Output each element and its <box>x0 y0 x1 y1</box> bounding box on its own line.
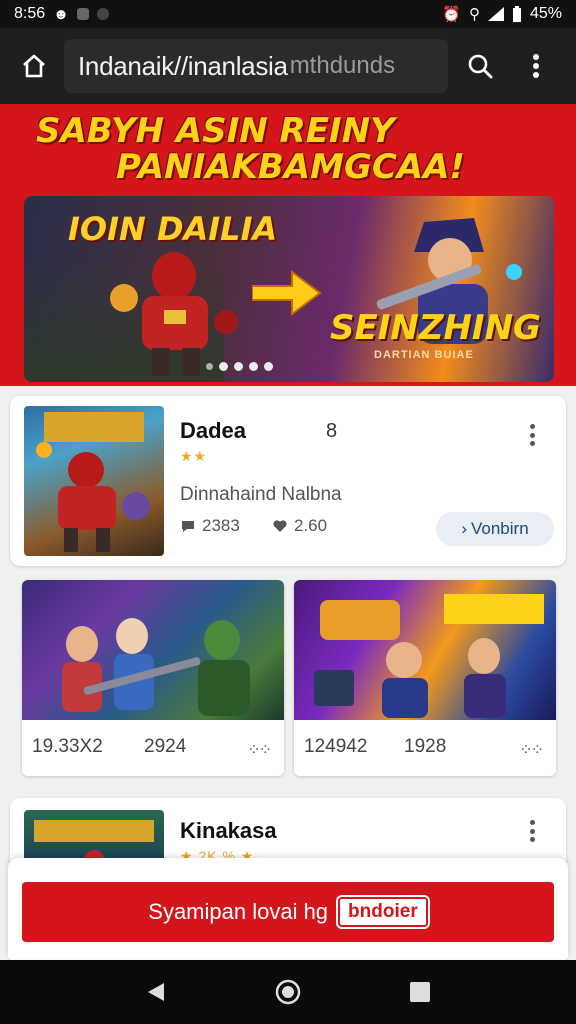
home-nav-icon[interactable] <box>268 972 308 1012</box>
browser-toolbar: Indanaik//inanlasia mthdunds <box>0 28 576 104</box>
promo-headline-line2: PANIAKBAMGCAA! <box>116 146 465 187</box>
tile-stat-secondary: 1928 <box>404 736 447 757</box>
notification-icon <box>96 8 109 20</box>
notification-icon <box>76 8 89 20</box>
hero-banner[interactable]: IOIN DAILIA SEINZHING DARTIAN BUIAE <box>24 196 554 382</box>
hero-character-left <box>110 252 238 376</box>
tile-stat-secondary: 2924 <box>144 736 187 757</box>
carousel-dot[interactable] <box>219 362 228 371</box>
banner-title-right: SEINZHING <box>330 308 541 348</box>
notification-icon: ☻ <box>53 5 69 23</box>
recents-icon[interactable] <box>400 972 440 1012</box>
status-time: 8:56 <box>14 5 46 22</box>
signup-button[interactable]: Syamipan lovai hg bndoier <box>22 882 554 942</box>
carousel-dot[interactable] <box>264 362 273 371</box>
game-thumbnail[interactable] <box>24 406 164 556</box>
system-nav-bar <box>0 960 576 1024</box>
like-count: 2.60 <box>294 516 328 535</box>
status-bar: 8:56 ☻ ⏰ ⚲ 45% <box>0 0 576 28</box>
carousel-indicator[interactable] <box>206 362 273 371</box>
signup-button-label: Syamipan lovai hg <box>148 899 329 924</box>
view-button-label: Vonbirn <box>471 519 529 538</box>
like-icon <box>273 520 287 532</box>
arrow-right-icon <box>252 270 322 316</box>
chevron-right-icon: › <box>461 519 467 538</box>
signup-badge: bndoier <box>336 895 430 929</box>
banner-subtitle-right: DARTIAN BUIAE <box>374 349 474 361</box>
alarm-icon: ⏰ <box>442 6 461 23</box>
like-stat: 2.60 <box>272 516 327 536</box>
game-title[interactable]: Kinakasa <box>180 818 277 844</box>
home-icon[interactable] <box>14 46 54 86</box>
page-content: SABYH ASIN REINY PANIAKBAMGCAA! IOIN DAI… <box>0 104 576 960</box>
carousel-dot[interactable] <box>206 363 213 370</box>
grid-menu-icon[interactable]: ⁘⁘ <box>247 740 272 760</box>
game-title[interactable]: Dadea <box>180 418 246 444</box>
rating-stars: ★★ <box>180 448 208 464</box>
overflow-menu-icon[interactable] <box>512 42 560 90</box>
tile-stat-primary: 124942 <box>304 736 368 757</box>
battery-percent: 45% <box>529 5 562 22</box>
more-options-icon[interactable] <box>522 422 542 448</box>
carousel-dot[interactable] <box>249 362 258 371</box>
game-rank: 8 <box>326 420 338 442</box>
more-options-icon[interactable] <box>522 818 542 844</box>
cta-panel: Syamipan lovai hg bndoier <box>8 858 568 958</box>
featured-game-card[interactable]: Dadea 8 ★★ Dinnahaind Nalbna 2383 2.60 ›… <box>10 396 566 566</box>
game-tile-art[interactable] <box>294 580 556 720</box>
banner-title-left: IOIN DAILIA <box>68 210 278 248</box>
carousel-dot[interactable] <box>234 362 243 371</box>
wifi-icon: ⚲ <box>468 6 480 23</box>
url-field[interactable]: Indanaik//inanlasia mthdunds <box>64 39 448 93</box>
game-description: Dinnahaind Nalbna <box>180 484 342 505</box>
promo-headline-line1: SABYH ASIN REINY <box>36 111 395 151</box>
game-tile[interactable]: 19.33X2 2924 ⁘⁘ <box>22 580 284 776</box>
view-button[interactable]: › Vonbirn <box>436 512 554 546</box>
promo-headline: SABYH ASIN REINY PANIAKBAMGCAA! <box>36 111 465 187</box>
battery-icon <box>512 6 521 22</box>
signal-icon <box>487 7 504 21</box>
grid-menu-icon[interactable]: ⁘⁘ <box>519 740 544 760</box>
back-icon[interactable] <box>136 972 176 1012</box>
url-text: Indanaik//inanlasia <box>78 50 288 81</box>
comment-stat: 2383 <box>180 516 240 536</box>
comment-count: 2383 <box>202 516 240 535</box>
game-tile-art[interactable] <box>22 580 284 720</box>
tile-stat-primary: 19.33X2 <box>32 736 103 757</box>
game-tile[interactable]: 124942 1928 ⁘⁘ <box>294 580 556 776</box>
url-text-faded: mthdunds <box>289 52 396 79</box>
search-icon[interactable] <box>456 42 504 90</box>
comment-icon <box>182 521 194 532</box>
